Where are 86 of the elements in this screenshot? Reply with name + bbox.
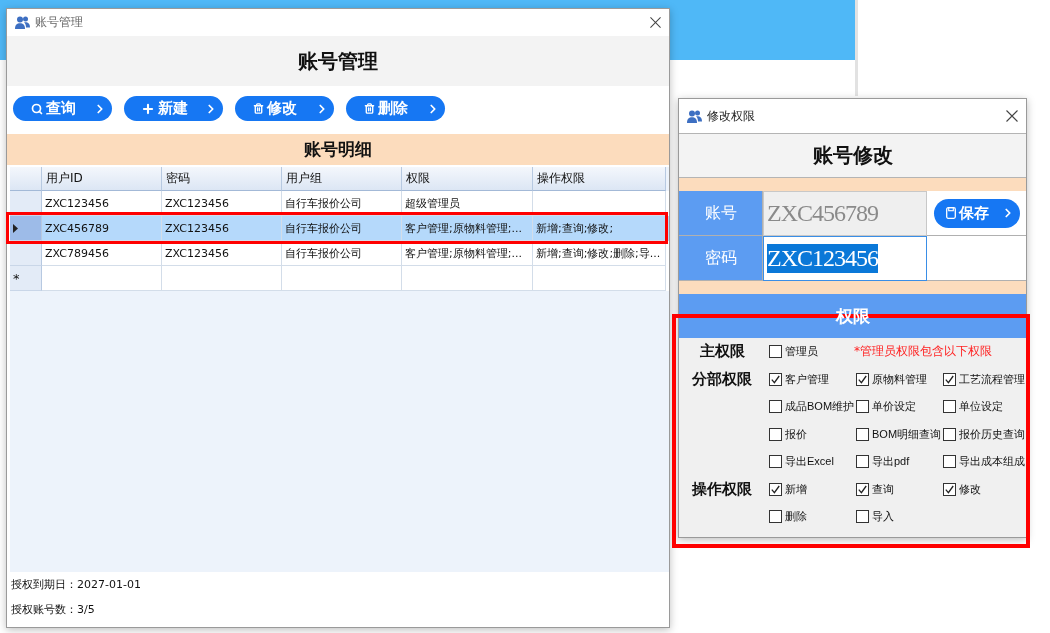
check-icon [771,374,780,384]
checkbox-label: 客户管理 [785,371,829,387]
checkbox[interactable] [856,455,869,469]
checkbox-label: 导出成本组成 [959,454,1025,470]
table-cell: ZXC456789 [42,216,162,241]
toolbar-button[interactable]: 新建 [124,96,223,121]
checkbox[interactable] [856,400,869,414]
save-icon [945,207,956,219]
column-header[interactable]: 权限 [402,167,533,191]
checkbox-label: 导出pdf [872,454,910,470]
checkbox-label: 报价 [785,426,807,442]
save-button[interactable]: 保存 [933,198,1020,228]
new-row-marker: * [13,270,20,286]
checkbox-label: 导出Excel [785,454,834,470]
column-header[interactable]: 用户ID [42,167,162,191]
checkbox-label: 报价历史查询 [959,426,1025,442]
checkbox[interactable] [856,482,869,496]
checkbox-label: 删除 [785,509,807,525]
checkbox[interactable] [769,345,782,359]
toolbar-button[interactable]: 删除 [346,96,445,121]
table-row[interactable]: ZXC456789 ZXC123456 自行车报价公司 客户管理;原物料管理;... 新增;查询;修改; [10,216,669,241]
grid-corner-cell[interactable] [10,167,42,191]
table-cell: 新增;查询;修改; [533,216,666,241]
check-icon [858,484,867,494]
checkbox[interactable] [769,455,782,469]
column-header[interactable]: 操作权限 [533,167,666,191]
checkbox[interactable] [943,427,956,441]
check-icon [945,374,954,384]
checkbox-label: 成品BOM维护 [785,399,855,415]
search-icon [30,102,43,115]
checkbox[interactable] [943,400,956,414]
checkbox-label: 单位设定 [959,399,1003,415]
checkbox[interactable] [856,372,869,386]
group-label: 分部权限 [692,369,752,389]
checkbox[interactable] [943,372,956,386]
table-cell: ZXC123456 [162,216,282,241]
users-icon [687,109,702,123]
checkbox[interactable] [943,482,956,496]
trash-icon [253,103,264,114]
checkbox[interactable] [769,400,782,414]
column-header[interactable]: 用户组 [282,167,402,191]
checkbox[interactable] [856,427,869,441]
section-header: 账号明细 [7,134,669,165]
checkbox-label: BOM明细查询 [872,426,942,442]
window-title: 账号管理 [35,14,83,31]
checkbox-label: 修改 [959,481,981,497]
close-icon[interactable] [1006,110,1018,122]
check-icon [945,484,954,494]
checkbox-label: 新增 [785,481,807,497]
table-cell: 客户管理;原物料管理;... [402,216,533,241]
dialog-heading: 账号修改 [679,133,1026,178]
check-icon [771,484,780,494]
checkbox[interactable] [856,510,869,524]
users-icon [15,16,30,29]
checkbox[interactable] [769,372,782,386]
text-field[interactable]: ZXC123456 [763,236,927,281]
checkbox[interactable] [769,510,782,524]
checkbox[interactable] [943,455,956,469]
note-text: *管理员权限包含以下权限 [853,343,992,361]
toolbar-button[interactable]: 修改 [235,96,334,121]
status-text: 授权账号数：3/5 [11,602,95,618]
new-row[interactable]: * [10,266,669,291]
field-label: 账号 [679,191,763,236]
toolbar-button[interactable]: 查询 [13,96,112,121]
checkbox[interactable] [769,427,782,441]
group-label: 操作权限 [692,479,752,499]
status-text: 授权到期日：2027-01-01 [11,577,141,593]
checkbox-label: 查询 [872,481,894,497]
checkbox[interactable] [769,482,782,496]
close-icon[interactable] [650,17,661,28]
table-row[interactable]: ZXC123456 ZXC123456 自行车报价公司 超级管理员 [10,191,669,216]
group-label: 主权限 [699,342,745,362]
checkbox-label: 工艺流程管理 [959,371,1025,387]
plus-icon [140,101,155,116]
checkbox-label: 导入 [872,509,894,525]
table-cell: 自行车报价公司 [282,216,402,241]
check-icon [858,374,867,384]
row-pointer-icon [13,223,18,233]
checkbox-label: 管理员 [785,344,818,360]
field-label: 密码 [679,236,763,281]
window-heading: 账号管理 [7,36,669,86]
checkbox-label: 原物料管理 [872,371,927,387]
trash-icon [364,103,375,114]
checkbox-label: 单价设定 [872,399,916,415]
column-header[interactable]: 密码 [162,167,282,191]
dialog-title: 修改权限 [707,107,755,125]
